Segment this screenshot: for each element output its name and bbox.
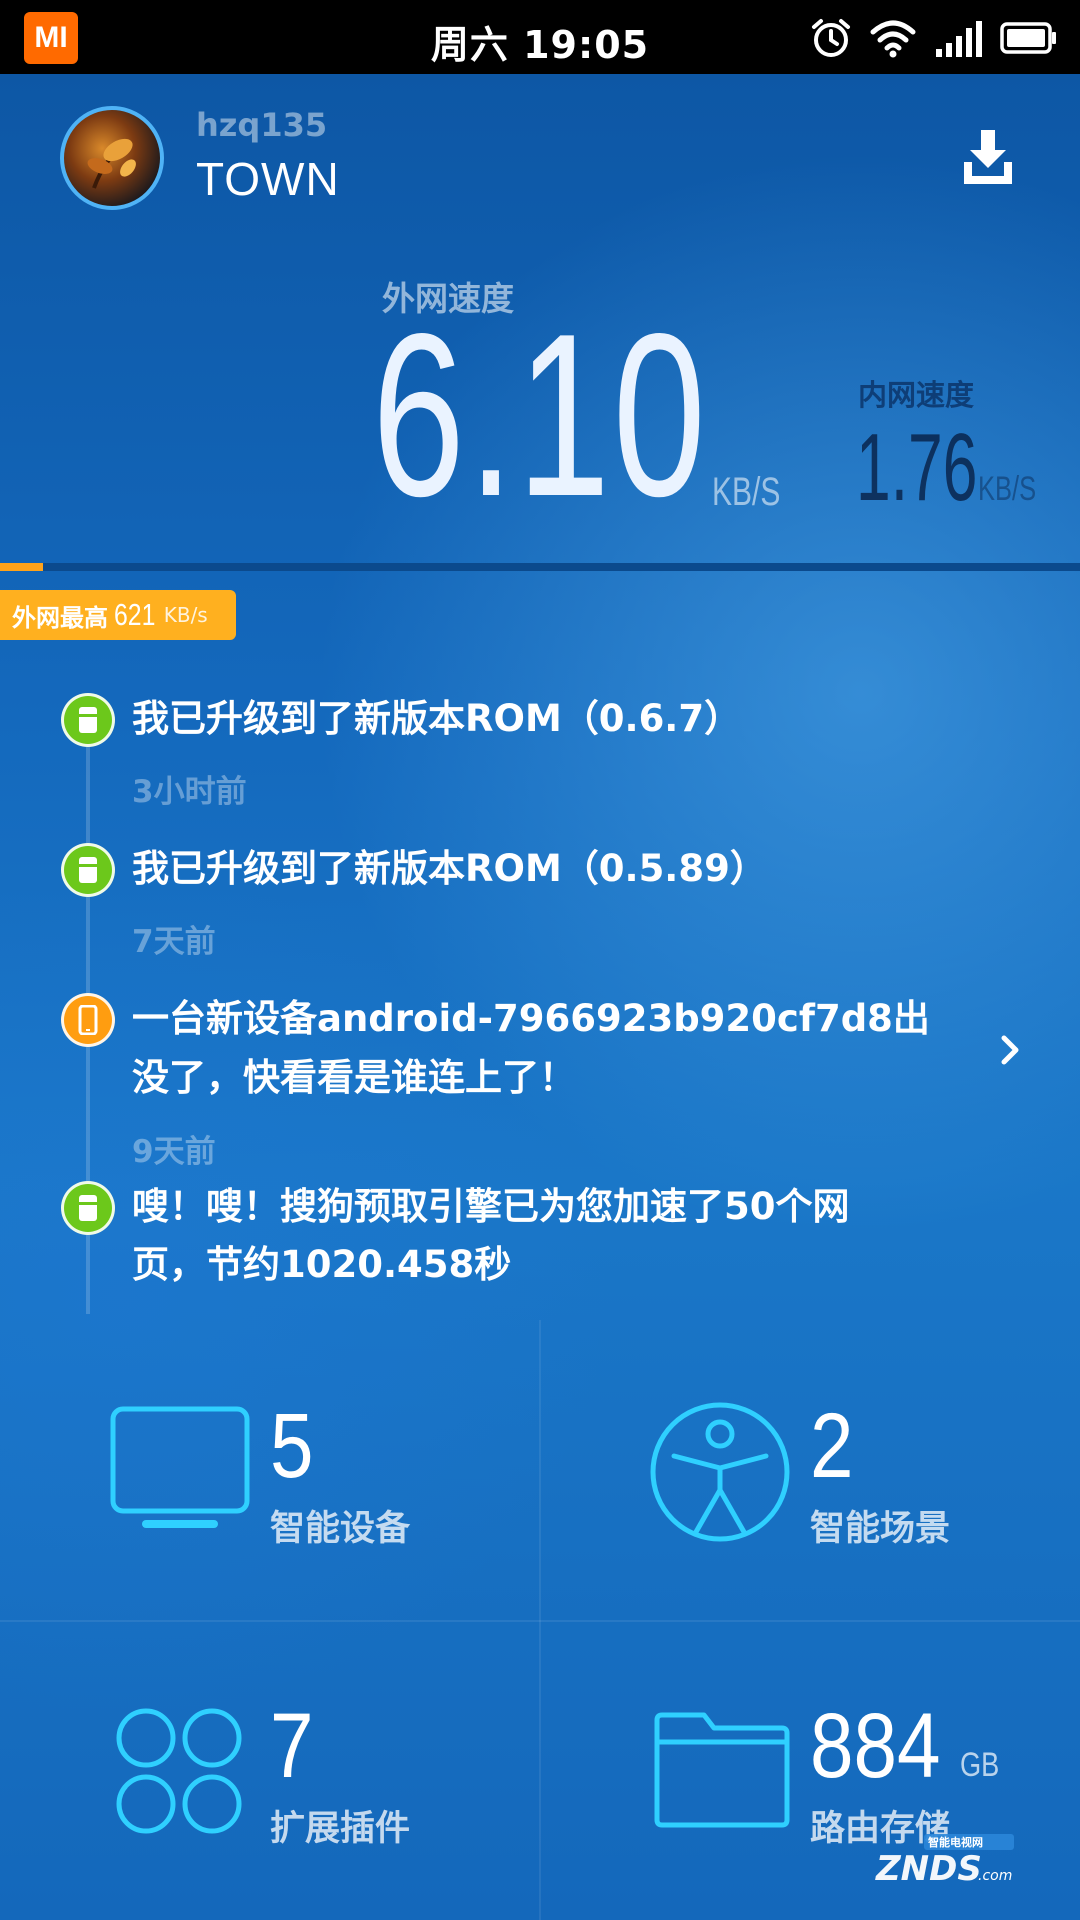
tile-label: 智能设备 xyxy=(270,1509,411,1549)
avatar[interactable] xyxy=(60,106,164,210)
folder-icon xyxy=(654,1712,790,1828)
svg-text:ZNDS: ZNDS xyxy=(875,1849,982,1889)
wan-speed-value: 6.10 xyxy=(372,286,709,545)
tile-plugins[interactable]: 7 扩展插件 xyxy=(0,1620,540,1920)
status-icons xyxy=(810,14,1058,62)
chevron-right-icon[interactable] xyxy=(996,1030,1026,1070)
person-icon xyxy=(650,1402,790,1542)
phone-icon xyxy=(61,993,115,1047)
tile-label: 扩展插件 xyxy=(270,1809,411,1849)
timeline-item-text: 我已升级到了新版本ROM（0.6.7） xyxy=(132,697,742,740)
plugins-icon xyxy=(116,1708,242,1834)
router-icon xyxy=(61,693,115,747)
tv-icon xyxy=(110,1406,250,1528)
alarm-icon xyxy=(812,19,850,57)
max-speed-label: 外网最高 xyxy=(12,603,108,632)
status-bar: MI 周六 19:05 xyxy=(0,0,1080,74)
wifi-icon xyxy=(870,20,916,58)
tile-count: 7 xyxy=(270,1695,314,1797)
timeline-item-text: 一台新设备android-7966923b920cf7d8出 xyxy=(132,997,930,1040)
timeline-item-time: 7天前 xyxy=(132,924,216,960)
lan-speed-value: 1.76 xyxy=(856,414,978,521)
signal-icon xyxy=(936,21,982,57)
watermark-logo: 智能电视网 ZNDS .com xyxy=(875,1834,1014,1889)
lan-speed-unit: KB/S xyxy=(978,470,1037,508)
svg-text:智能电视网: 智能电视网 xyxy=(928,1835,983,1849)
router-name: TOWN xyxy=(196,153,340,205)
max-speed-badge: 外网最高 621 KB/s xyxy=(0,590,236,640)
username: hzq135 xyxy=(196,106,328,144)
router-icon xyxy=(61,1181,115,1235)
timeline-item-text: 页，节约1020.458秒 xyxy=(132,1243,512,1286)
tile-unit: GB xyxy=(960,1746,1000,1784)
tile-smart-devices[interactable]: 5 智能设备 xyxy=(0,1320,540,1620)
timeline-item-text: 嗖！嗖！搜狗预取引擎已为您加速了50个网 xyxy=(132,1185,850,1228)
lan-speed-label: 内网速度 xyxy=(858,378,975,412)
tile-count: 2 xyxy=(810,1395,854,1497)
max-speed-unit: KB/s xyxy=(163,603,208,627)
download-icon[interactable] xyxy=(962,130,1014,188)
timeline-item-text: 我已升级到了新版本ROM（0.5.89） xyxy=(132,847,767,890)
tile-count: 5 xyxy=(270,1395,314,1497)
svg-text:.com: .com xyxy=(978,1868,1012,1884)
max-speed-value: 621 xyxy=(114,597,156,632)
router-icon xyxy=(61,843,115,897)
timeline-item-time: 9天前 xyxy=(132,1134,216,1170)
speed-progress-fill xyxy=(0,563,44,571)
wan-speed-unit: KB/S xyxy=(712,470,781,514)
timeline-item-text: 没了，快看看是谁连上了！ xyxy=(132,1056,576,1099)
tile-smart-scenes[interactable]: 2 智能场景 xyxy=(540,1320,1080,1620)
battery-icon xyxy=(1000,22,1056,54)
speed-progress-bar xyxy=(0,563,1080,571)
timeline-item-time: 3小时前 xyxy=(132,774,247,810)
tile-count: 884 xyxy=(810,1695,941,1797)
tile-label: 智能场景 xyxy=(810,1509,951,1549)
